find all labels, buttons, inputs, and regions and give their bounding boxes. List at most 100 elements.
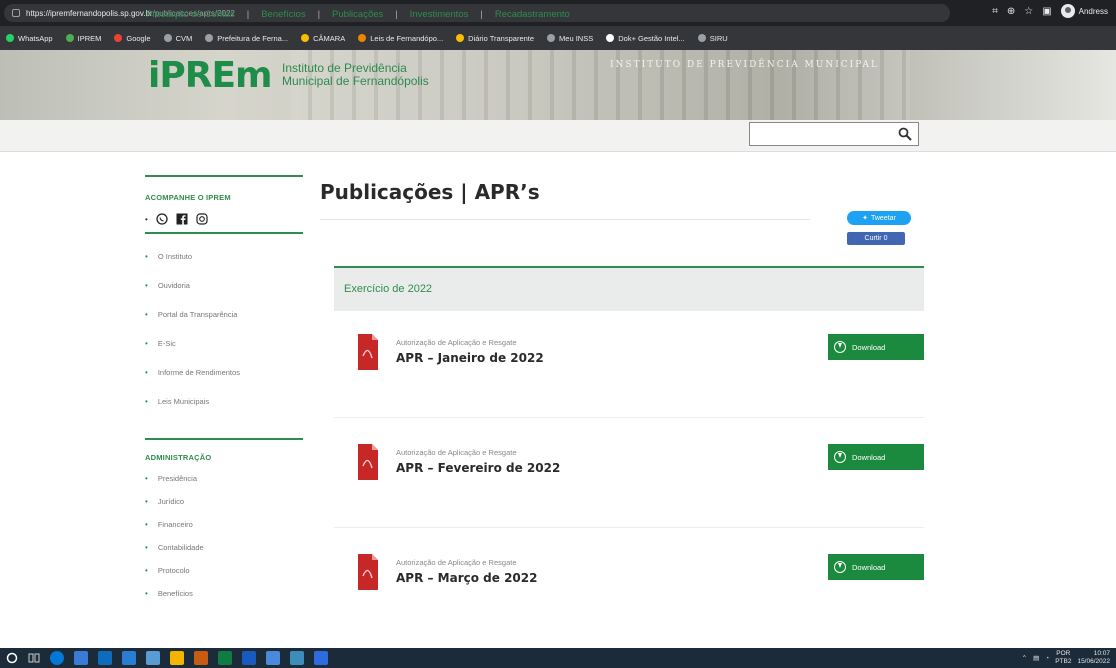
browser-toolbar-icons: ⌗ ⊕ ☆ ▣ Andress <box>992 4 1108 18</box>
sidebar-link-label: Protocolo <box>157 566 190 575</box>
search-input[interactable] <box>749 122 919 146</box>
bookmark-item[interactable]: WhatsApp <box>6 34 53 43</box>
chevron-up-icon[interactable]: ⌃ <box>1022 654 1027 662</box>
bullet: • <box>145 566 148 575</box>
bullet: • <box>145 497 148 506</box>
sidebar-admin-link[interactable]: • Contabilidade <box>145 543 303 566</box>
language-indicator[interactable]: POR PTB2 <box>1055 650 1071 666</box>
sidebar-divider <box>145 175 303 177</box>
bullet: • <box>145 252 148 261</box>
like-label: Curtir 0 <box>864 235 888 242</box>
bookmark-item[interactable]: Google <box>114 34 151 43</box>
facebook-icon[interactable] <box>176 213 188 225</box>
bookmark-label: IPREM <box>77 33 102 43</box>
publication-title[interactable]: APR – Março de 2022 <box>396 571 537 585</box>
bookmark-icon <box>358 34 367 42</box>
mail-icon[interactable] <box>74 651 88 665</box>
taskbar-apps <box>6 651 328 665</box>
bookmark-item[interactable]: SIRU <box>697 34 728 43</box>
year-label: Exercício de 2022 <box>344 283 433 295</box>
sidebar-link[interactable]: • O Instituto <box>145 252 303 281</box>
excel-icon[interactable] <box>218 651 232 665</box>
photos-icon[interactable] <box>290 651 304 665</box>
year-section-header: Exercício de 2022 <box>334 266 924 311</box>
bookmark-label: WhatsApp <box>18 33 53 43</box>
bookmark-icon <box>6 34 14 42</box>
network-icon[interactable]: ▤ <box>1033 654 1039 662</box>
site-logo[interactable]: iPREm <box>148 58 273 94</box>
pdf-file-icon[interactable] <box>358 334 378 370</box>
star-icon[interactable]: ☆ <box>1024 6 1033 17</box>
task-view-icon[interactable] <box>28 652 40 664</box>
sidebar-link-label: E-Sic <box>157 339 176 348</box>
nav-item[interactable]: Recadastramento <box>483 9 582 20</box>
download-button[interactable]: Download <box>828 444 924 470</box>
publication-title[interactable]: APR – Fevereiro de 2022 <box>396 461 560 475</box>
bullet: • <box>145 310 148 319</box>
publication-divider <box>334 527 924 528</box>
download-label: Download <box>852 342 886 352</box>
bookmark-label: Meu INSS <box>559 33 594 43</box>
profile-button[interactable]: Andress <box>1060 4 1108 18</box>
sidebar-admin-link[interactable]: • Presidência <box>145 474 303 497</box>
sidebar-admin-link[interactable]: • Jurídico <box>145 497 303 520</box>
bookmark-item[interactable]: CVM <box>163 34 192 43</box>
app-icon[interactable] <box>194 651 208 665</box>
tweet-button[interactable]: ✦ Tweetar <box>847 211 911 225</box>
sidebar-admin-link[interactable]: • Protocolo <box>145 566 303 589</box>
zoom-icon[interactable]: ⊕ <box>1007 6 1015 17</box>
calendar-icon[interactable] <box>98 651 112 665</box>
word-icon[interactable] <box>242 651 256 665</box>
start-icon[interactable] <box>6 652 18 664</box>
instagram-icon[interactable] <box>196 213 208 225</box>
sidebar-admin-section: ADMINISTRAÇÃO • Presidência • Jurídico • Fina… <box>145 438 303 612</box>
search-icon[interactable] <box>898 127 912 141</box>
publication-title[interactable]: APR – Janeiro de 2022 <box>396 351 544 365</box>
bookmark-label: Leis de Fernandópo... <box>370 33 444 43</box>
lock-icon <box>12 9 20 17</box>
nav-item[interactable]: Investimentos <box>398 9 481 20</box>
like-button[interactable]: Curtir 0 <box>847 232 905 245</box>
nav-item[interactable]: Prestação de Contas <box>146 9 247 20</box>
sidebar-link[interactable]: • Leis Municipais <box>145 397 303 426</box>
pdf-file-icon[interactable] <box>358 554 378 590</box>
pdf-file-icon[interactable] <box>358 444 378 480</box>
download-button[interactable]: Download <box>828 554 924 580</box>
sidebar-admin-link[interactable]: • Financeiro <box>145 520 303 543</box>
nav-item[interactable]: Benefícios <box>249 9 317 20</box>
bookmark-item[interactable]: Meu INSS <box>547 34 593 43</box>
publication-divider <box>334 417 924 418</box>
bookmark-item[interactable]: IPREM <box>65 33 102 43</box>
bookmark-item[interactable]: CÂMARA <box>301 34 345 43</box>
bullet: • <box>145 543 148 552</box>
bullet: • <box>145 339 148 348</box>
sidebar-admin-link[interactable]: • Benefícios <box>145 589 303 612</box>
whatsapp-icon[interactable] <box>156 213 168 225</box>
document-icon[interactable] <box>266 651 280 665</box>
folder-icon[interactable] <box>122 651 136 665</box>
bookmark-item[interactable]: Dok+ Gestão Intel... <box>606 34 685 43</box>
sidebar-link[interactable]: • E-Sic <box>145 339 303 368</box>
sidebar-link[interactable]: • Portal da Transparência <box>145 310 303 339</box>
sidebar-icon[interactable]: ▣ <box>1042 6 1051 17</box>
teams-icon[interactable] <box>146 651 160 665</box>
sidebar-link-label: Contabilidade <box>157 543 204 552</box>
translate-icon[interactable]: ⌗ <box>992 6 998 17</box>
edge-icon[interactable] <box>50 651 64 665</box>
sidebar-heading-admin: ADMINISTRAÇÃO <box>145 453 212 462</box>
bookmark-item[interactable]: Diário Transparente <box>456 34 534 43</box>
speaker-icon[interactable]: ◔ <box>1045 655 1049 662</box>
nav-item[interactable]: Publicações <box>320 9 395 20</box>
bookmark-item[interactable]: Prefeitura de Ferna... <box>205 34 288 43</box>
bullet: • <box>145 368 148 377</box>
logo-subtitle: Instituto de Previdência Municipal de Fe… <box>282 62 429 88</box>
chrome-icon[interactable] <box>170 651 184 665</box>
publication-category: Autorização de Aplicação e Resgate <box>396 558 517 567</box>
sidebar-link[interactable]: • Ouvidoria <box>145 281 303 310</box>
sidebar-link[interactable]: • Informe de Rendimentos <box>145 368 303 397</box>
download-button[interactable]: Download <box>828 334 924 360</box>
clock[interactable]: 10:07 15/06/2022 <box>1077 650 1110 666</box>
app2-icon[interactable] <box>314 651 328 665</box>
bookmark-item[interactable]: Leis de Fernandópo... <box>358 34 443 43</box>
social-links: • <box>145 213 303 225</box>
